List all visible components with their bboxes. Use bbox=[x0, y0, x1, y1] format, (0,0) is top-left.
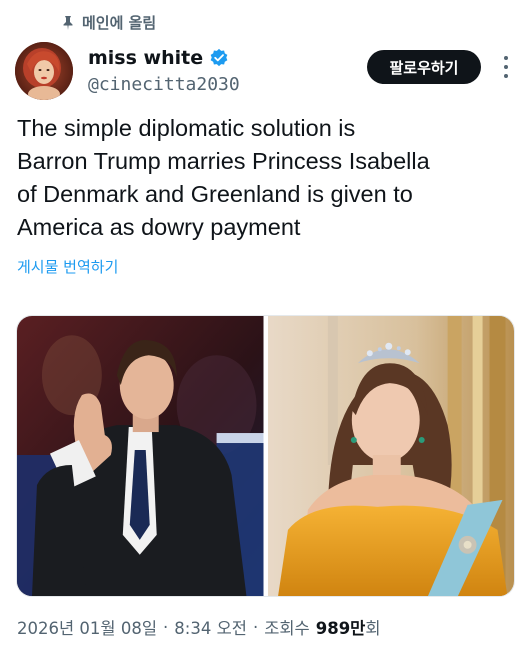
author-handle[interactable]: @cinecitta2030 bbox=[88, 74, 240, 95]
media-photo-2[interactable] bbox=[267, 316, 514, 596]
more-options-icon[interactable] bbox=[496, 56, 516, 78]
translate-post-link[interactable]: 게시물 번역하기 bbox=[17, 256, 118, 277]
photo-1-image bbox=[17, 316, 264, 596]
pin-icon bbox=[63, 15, 73, 30]
tweet-media[interactable] bbox=[16, 315, 515, 597]
pinned-indicator: 메인에 올림 bbox=[60, 12, 156, 33]
photo-2-image bbox=[267, 316, 514, 596]
tweet-date[interactable]: 2026년 01월 08일 bbox=[17, 615, 157, 639]
author-display-name[interactable]: miss white bbox=[88, 47, 203, 69]
meta-separator: · bbox=[252, 617, 259, 637]
tweet-text: The simple diplomatic solution is Barron… bbox=[17, 115, 430, 240]
author-name-row[interactable]: miss white bbox=[88, 47, 229, 69]
views-suffix: 회 bbox=[365, 619, 381, 638]
verified-badge-icon bbox=[210, 48, 228, 67]
views-label: 조회수 bbox=[264, 619, 310, 638]
avatar[interactable] bbox=[15, 42, 73, 100]
views-count-number: 989만 bbox=[315, 619, 366, 638]
media-photo-1[interactable] bbox=[17, 316, 264, 596]
tweet-meta: 2026년 01월 08일 · 8:34 오전 · 조회수 989만회 bbox=[17, 615, 381, 639]
pinned-label: 메인에 올림 bbox=[82, 14, 157, 32]
tweet-time[interactable]: 8:34 오전 bbox=[174, 615, 247, 639]
meta-separator: · bbox=[163, 617, 169, 637]
follow-button[interactable]: 팔로우하기 bbox=[367, 50, 481, 84]
avatar-image bbox=[15, 42, 73, 100]
views-count[interactable]: 989만회 bbox=[316, 615, 381, 639]
